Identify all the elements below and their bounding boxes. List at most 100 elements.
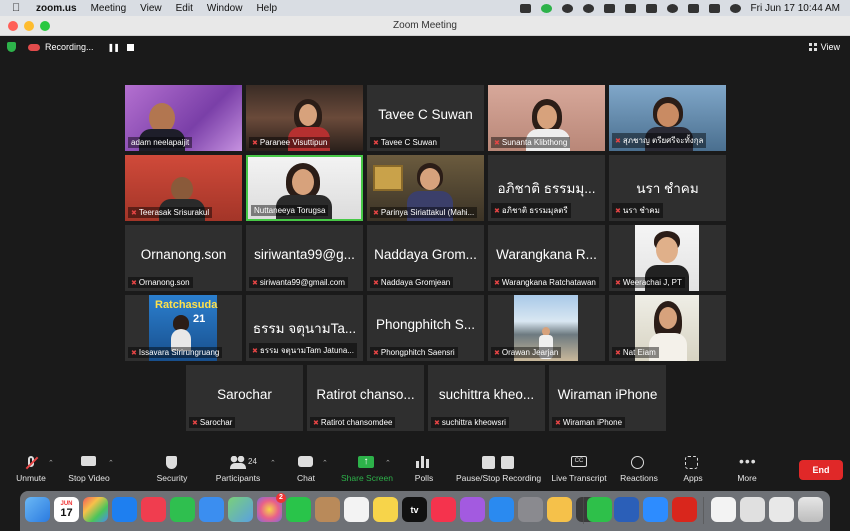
polls-button[interactable]: Polls [413, 452, 435, 483]
app-store-icon[interactable] [489, 497, 514, 522]
zoom-app-icon[interactable] [643, 497, 668, 522]
video-tile[interactable]: adam neelapaijit [125, 85, 242, 151]
podcasts-icon[interactable] [460, 497, 485, 522]
video-tile[interactable]: ธรรม จตุนามTa... ✖ ธรรม จตุนามTam Jatuna.… [246, 295, 363, 361]
menu-app-name[interactable]: zoom.us [36, 3, 77, 14]
view-button[interactable]: View [808, 42, 840, 52]
active-speaker-tile[interactable]: Nuttaneeya Torugsa [246, 155, 363, 221]
participants-button[interactable]: 24 Participants [215, 452, 261, 483]
video-tile[interactable]: ✖ Orawan Jearjan [488, 295, 605, 361]
chat-button[interactable]: Chat [294, 452, 318, 483]
fullscreen-window-icon[interactable] [40, 21, 50, 31]
document-thumbnail-icon[interactable] [711, 497, 736, 522]
system-preferences-icon[interactable] [518, 497, 543, 522]
apple-tv-icon[interactable]: tv [402, 497, 427, 522]
recording-indicator[interactable]: Recording... [28, 42, 94, 52]
video-tile[interactable]: Sarochar ✖ Sarochar [186, 365, 303, 431]
screen-recorder-icon[interactable] [561, 3, 573, 13]
launchpad-icon[interactable] [83, 497, 108, 522]
menu-edit[interactable]: Edit [176, 3, 193, 14]
pause-recording-icon[interactable]: ❚❚ [108, 43, 120, 52]
live-transcript-button[interactable]: CC Live Transcript [551, 452, 607, 483]
more-button[interactable]: ••• More [736, 452, 758, 483]
trash-icon[interactable] [798, 497, 823, 522]
control-center-icon[interactable] [708, 3, 720, 13]
document-thumbnail-icon[interactable] [769, 497, 794, 522]
menu-clock[interactable]: Fri Jun 17 10:44 AM [751, 3, 841, 14]
contacts-icon[interactable] [315, 497, 340, 522]
video-tile[interactable]: ✖ Paranee Visuttipun [246, 85, 363, 151]
video-tile[interactable]: Naddaya Grom... ✖ Naddaya Gromjean [367, 225, 484, 291]
video-tile[interactable]: siriwanta99@g... ✖ siriwanta99@gmail.com [246, 225, 363, 291]
video-tile[interactable]: Warangkana R... ✖ Warangkana Ratchatawan [488, 225, 605, 291]
safari-icon[interactable] [112, 497, 137, 522]
notion-icon[interactable] [603, 3, 615, 13]
video-tile[interactable]: suchittra kheo... ✖ suchittra kheowsri [428, 365, 545, 431]
menu-help[interactable]: Help [256, 3, 277, 14]
maps-icon[interactable] [228, 497, 253, 522]
line-status-icon[interactable] [540, 3, 552, 13]
share-options-caret-icon[interactable]: ⌃ [385, 459, 391, 467]
calendar-icon[interactable]: JUN 17 [54, 497, 79, 522]
mail-icon[interactable] [199, 497, 224, 522]
participant-display-name: ธรรม จตุนามTa... [252, 321, 357, 336]
menu-meeting[interactable]: Meeting [91, 3, 127, 14]
menu-view[interactable]: View [140, 3, 162, 14]
pause-stop-recording-button[interactable]: Pause/Stop Recording [456, 452, 542, 483]
facetime-icon[interactable] [286, 497, 311, 522]
apps-button[interactable]: Apps [682, 452, 704, 483]
video-tile[interactable]: Ornanong.son ✖ Ornanong.son [125, 225, 242, 291]
video-tile[interactable]: Ratirot chanso... ✖ Ratirot chansomdee [307, 365, 424, 431]
search-icon[interactable] [687, 3, 699, 13]
participants-options-caret-icon[interactable]: ⌃ [270, 459, 276, 467]
video-tile[interactable]: ✖ Weerachai J, PT [609, 225, 726, 291]
bluetooth-icon[interactable] [624, 3, 636, 13]
video-tile[interactable]: อภิชาติ ธรรมมุ... ✖ อภิชาติ ธรรมมุลตรี [488, 155, 605, 221]
stop-video-button[interactable]: Stop Video [68, 452, 110, 483]
end-meeting-button[interactable]: End [799, 460, 843, 480]
muted-mic-icon: ✖ [615, 280, 621, 287]
document-thumbnail-icon[interactable] [740, 497, 765, 522]
notes-icon[interactable] [373, 497, 398, 522]
audio-options-caret-icon[interactable]: ⌃ [48, 459, 54, 467]
finder-icon[interactable] [25, 497, 50, 522]
pause-stop-recording-label: Pause/Stop Recording [456, 473, 542, 483]
video-tile[interactable]: ✖ Teerasak Srisurakul [125, 155, 242, 221]
news-icon[interactable] [141, 497, 166, 522]
apple-icon[interactable]:  [12, 2, 26, 14]
stop-recording-icon[interactable] [126, 43, 134, 51]
close-window-icon[interactable] [8, 21, 18, 31]
reactions-button[interactable]: Reactions [620, 452, 658, 483]
skype-icon[interactable] [582, 3, 594, 13]
video-tile[interactable]: ✖ Parinya Siriattakul (Mahi... [367, 155, 484, 221]
reminders-icon[interactable] [344, 497, 369, 522]
zoom-status-icon[interactable] [519, 3, 531, 13]
acrobat-icon[interactable] [672, 497, 697, 522]
video-tile[interactable]: นรา ชำคม ✖ นรา ชำคม [609, 155, 726, 221]
battery-icon[interactable] [645, 3, 657, 13]
word-icon[interactable] [614, 497, 639, 522]
siri-icon[interactable] [729, 3, 741, 13]
video-tile[interactable]: ✖ Sunanta Klibthong [488, 85, 605, 151]
minimize-window-icon[interactable] [24, 21, 34, 31]
menu-window[interactable]: Window [207, 3, 243, 14]
video-tile[interactable]: ✖ Nat Eiam [609, 295, 726, 361]
preview-icon[interactable] [547, 497, 572, 522]
video-tile[interactable]: Tavee C Suwan ✖ Tavee C Suwan [367, 85, 484, 151]
unmute-button[interactable]: Unmute [14, 452, 48, 483]
wifi-icon[interactable] [666, 3, 678, 13]
messages-icon[interactable] [170, 497, 195, 522]
chat-options-caret-icon[interactable]: ⌃ [322, 459, 328, 467]
photos-icon[interactable]: 2 [257, 493, 286, 522]
video-tile[interactable]: Wiraman iPhone ✖ Wiraman iPhone [549, 365, 666, 431]
security-button[interactable]: Security [155, 452, 189, 483]
muted-mic-icon: ✖ [373, 280, 379, 287]
line-app-icon[interactable] [587, 497, 612, 522]
share-screen-button[interactable]: ↑ Share Screen [341, 452, 393, 483]
music-icon[interactable] [431, 497, 456, 522]
video-tile[interactable]: ✖ สุภชาญ ตรียศรีจะทั้งกุล [609, 85, 726, 151]
video-tile[interactable]: Phongphitch S... ✖ Phongphitch Saensri [367, 295, 484, 361]
encryption-shield-icon[interactable] [7, 42, 16, 52]
video-options-caret-icon[interactable]: ⌃ [108, 459, 114, 467]
video-tile[interactable]: Ratchasuda 21 ✖ Issavara Sirirungruang [125, 295, 242, 361]
